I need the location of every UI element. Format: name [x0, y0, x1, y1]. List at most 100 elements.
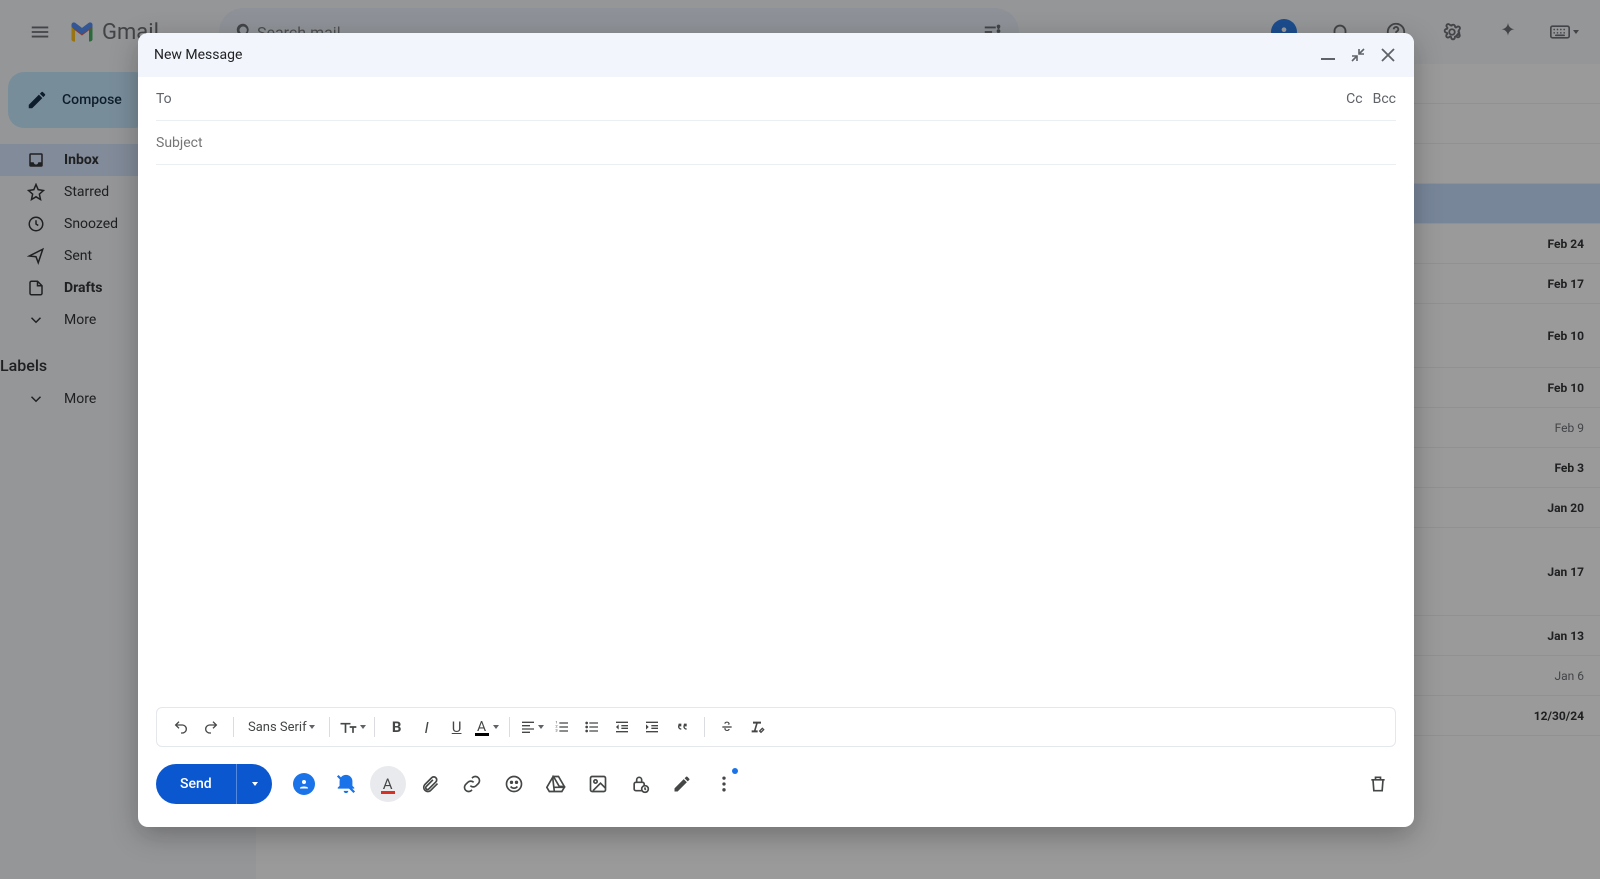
insert-link-button[interactable]	[454, 766, 490, 802]
emoji-icon	[504, 774, 524, 794]
underline-button[interactable]: U	[443, 713, 471, 741]
compose-header: New Message	[138, 33, 1414, 77]
bold-button[interactable]: B	[383, 713, 411, 741]
compose-textarea[interactable]	[156, 177, 1396, 707]
redo-icon	[203, 719, 219, 735]
grammar-off-icon	[335, 773, 357, 795]
bulleted-list-icon	[584, 719, 600, 735]
lock-clock-icon	[630, 774, 650, 794]
compose-dialog: New Message To Cc Bcc Sans Serif	[138, 33, 1414, 827]
insert-emoji-button[interactable]	[496, 766, 532, 802]
mail-date: 12/30/24	[1534, 709, 1584, 723]
chevron-down-icon	[26, 310, 46, 330]
formatting-options-button[interactable]: A	[370, 766, 406, 802]
caret-down-icon	[1573, 30, 1579, 34]
insert-photo-button[interactable]	[580, 766, 616, 802]
font-family-select[interactable]: Sans Serif	[242, 713, 321, 741]
fullscreen-exit-button[interactable]	[1348, 45, 1368, 65]
more-options-button[interactable]	[706, 766, 742, 802]
align-button[interactable]	[518, 713, 546, 741]
input-tools-button[interactable]	[1544, 12, 1584, 52]
settings-button[interactable]	[1432, 12, 1472, 52]
font-family-label: Sans Serif	[248, 720, 307, 735]
mail-date: Jan 17	[1547, 565, 1584, 579]
minimize-button[interactable]	[1318, 45, 1338, 65]
spelling-grammar-button[interactable]	[328, 766, 364, 802]
nav-label: Inbox	[64, 152, 99, 168]
nav-label: More	[64, 312, 96, 328]
image-icon	[588, 774, 608, 794]
bcc-button[interactable]: Bcc	[1373, 91, 1396, 107]
send-icon	[26, 246, 46, 266]
italic-icon: I	[425, 718, 429, 737]
caret-down-icon	[360, 725, 366, 729]
numbered-list-button[interactable]: 123	[548, 713, 576, 741]
close-button[interactable]	[1378, 45, 1398, 65]
mail-date: Feb 3	[1554, 461, 1584, 475]
nav-label: Starred	[64, 184, 109, 200]
italic-button[interactable]: I	[413, 713, 441, 741]
insert-drive-button[interactable]	[538, 766, 574, 802]
compose-title: New Message	[154, 47, 1318, 63]
indent-less-icon	[614, 719, 630, 735]
bold-icon: B	[392, 718, 402, 736]
collapse-icon	[1351, 48, 1365, 62]
clear-formatting-button[interactable]	[743, 713, 771, 741]
bulleted-list-button[interactable]	[578, 713, 606, 741]
mail-date: Feb 10	[1548, 329, 1584, 343]
align-left-icon	[520, 719, 536, 735]
attach-file-button[interactable]	[412, 766, 448, 802]
draft-icon	[26, 278, 46, 298]
paperclip-icon	[420, 774, 440, 794]
confidential-mode-button[interactable]	[622, 766, 658, 802]
chevron-down-icon	[26, 389, 46, 409]
undo-button[interactable]	[167, 713, 195, 741]
send-button[interactable]: Send	[156, 764, 236, 804]
undo-icon	[173, 719, 189, 735]
quote-button[interactable]	[668, 713, 696, 741]
separator	[509, 717, 510, 737]
mail-date: Feb 24	[1548, 237, 1584, 251]
separator	[329, 717, 330, 737]
writing-suggestions-button[interactable]	[286, 766, 322, 802]
text-size-icon	[338, 719, 358, 735]
mail-date: Feb 9	[1555, 421, 1584, 435]
nav-label: Drafts	[64, 280, 102, 296]
text-color-button[interactable]: A	[473, 713, 501, 741]
strikethrough-icon	[719, 719, 735, 735]
mail-date: Jan 13	[1547, 629, 1584, 643]
close-icon	[1381, 48, 1395, 62]
separator	[374, 717, 375, 737]
nav-label: Sent	[64, 248, 92, 264]
star-icon	[26, 182, 46, 202]
gear-icon	[1441, 21, 1463, 43]
signature-icon	[672, 774, 692, 794]
to-input[interactable]	[184, 91, 1334, 107]
caret-down-icon	[252, 782, 258, 786]
inbox-icon	[26, 150, 46, 170]
subject-input[interactable]	[156, 135, 1396, 151]
discard-draft-button[interactable]	[1360, 766, 1396, 802]
strikethrough-button[interactable]	[713, 713, 741, 741]
send-bar: Send A	[138, 757, 1414, 827]
font-size-button[interactable]	[338, 713, 366, 741]
main-menu-button[interactable]	[16, 8, 64, 56]
sparkle-icon	[1497, 21, 1519, 43]
indent-more-button[interactable]	[638, 713, 666, 741]
redo-button[interactable]	[197, 713, 225, 741]
cc-button[interactable]: Cc	[1346, 91, 1362, 107]
clock-icon	[26, 214, 46, 234]
indent-less-button[interactable]	[608, 713, 636, 741]
send-more-button[interactable]	[236, 764, 272, 804]
minimize-icon	[1321, 48, 1335, 62]
gemini-button[interactable]	[1488, 12, 1528, 52]
menu-icon	[29, 21, 51, 43]
insert-signature-button[interactable]	[664, 766, 700, 802]
caret-down-icon	[493, 725, 499, 729]
nav-label: Snoozed	[64, 216, 118, 232]
compose-button[interactable]: Compose	[8, 72, 150, 128]
svg-text:3: 3	[555, 728, 557, 733]
keyboard-icon	[1550, 25, 1570, 39]
clear-format-icon	[749, 719, 765, 735]
link-icon	[462, 774, 482, 794]
